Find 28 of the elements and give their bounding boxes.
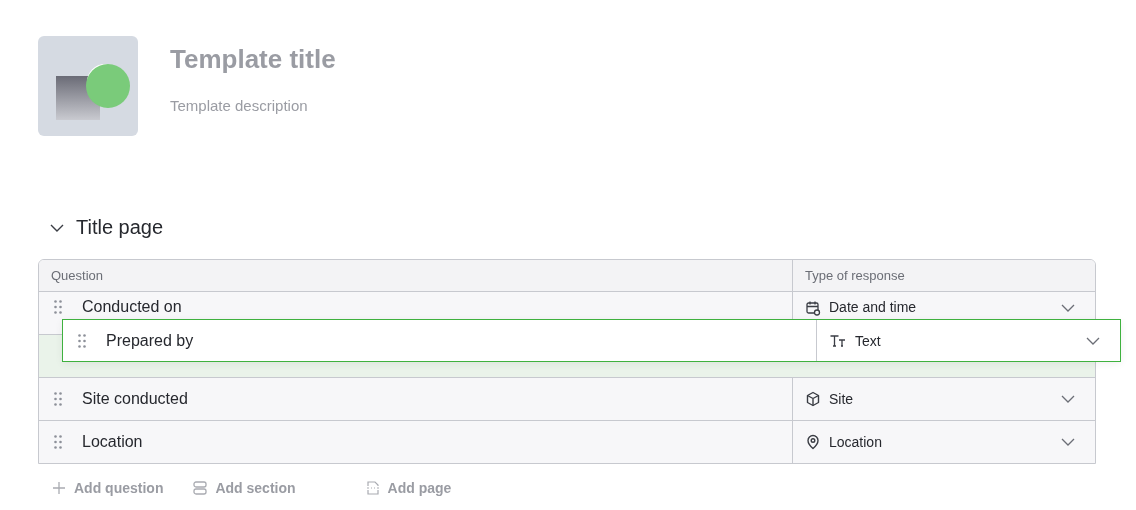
- text-type-icon: [829, 332, 847, 349]
- question-text[interactable]: Conducted on: [82, 298, 182, 316]
- section-icon: [193, 481, 208, 495]
- page-icon: [365, 480, 380, 496]
- plus-icon: [52, 481, 66, 495]
- drag-handle-icon[interactable]: [78, 333, 86, 348]
- response-type[interactable]: Location: [829, 434, 1053, 450]
- column-header: Question: [50, 267, 105, 285]
- drag-handle-icon[interactable]: [54, 300, 62, 314]
- question-text[interactable]: Location: [82, 433, 143, 451]
- chevron-down-icon[interactable]: [1061, 304, 1075, 312]
- chevron-down-icon[interactable]: [50, 223, 64, 232]
- column-header: Type of response: [792, 260, 1095, 291]
- question-text[interactable]: Site conducted: [82, 390, 188, 408]
- chevron-down-icon[interactable]: [1061, 438, 1075, 446]
- chevron-down-icon[interactable]: [1061, 395, 1075, 403]
- calendar-icon: [805, 300, 821, 316]
- response-type[interactable]: Text: [855, 332, 1078, 349]
- question-text[interactable]: Prepared by: [106, 331, 194, 350]
- section-title[interactable]: Title page: [76, 216, 164, 239]
- chevron-down-icon[interactable]: [1086, 336, 1100, 345]
- response-type[interactable]: Site: [829, 391, 1053, 407]
- drag-handle-icon[interactable]: [54, 392, 62, 406]
- cube-icon: [805, 391, 821, 407]
- drag-handle-icon[interactable]: [54, 435, 62, 449]
- dragged-row[interactable]: Prepared by Text: [62, 319, 1121, 362]
- response-type[interactable]: Date and time: [829, 298, 1053, 316]
- location-pin-icon: [805, 434, 821, 450]
